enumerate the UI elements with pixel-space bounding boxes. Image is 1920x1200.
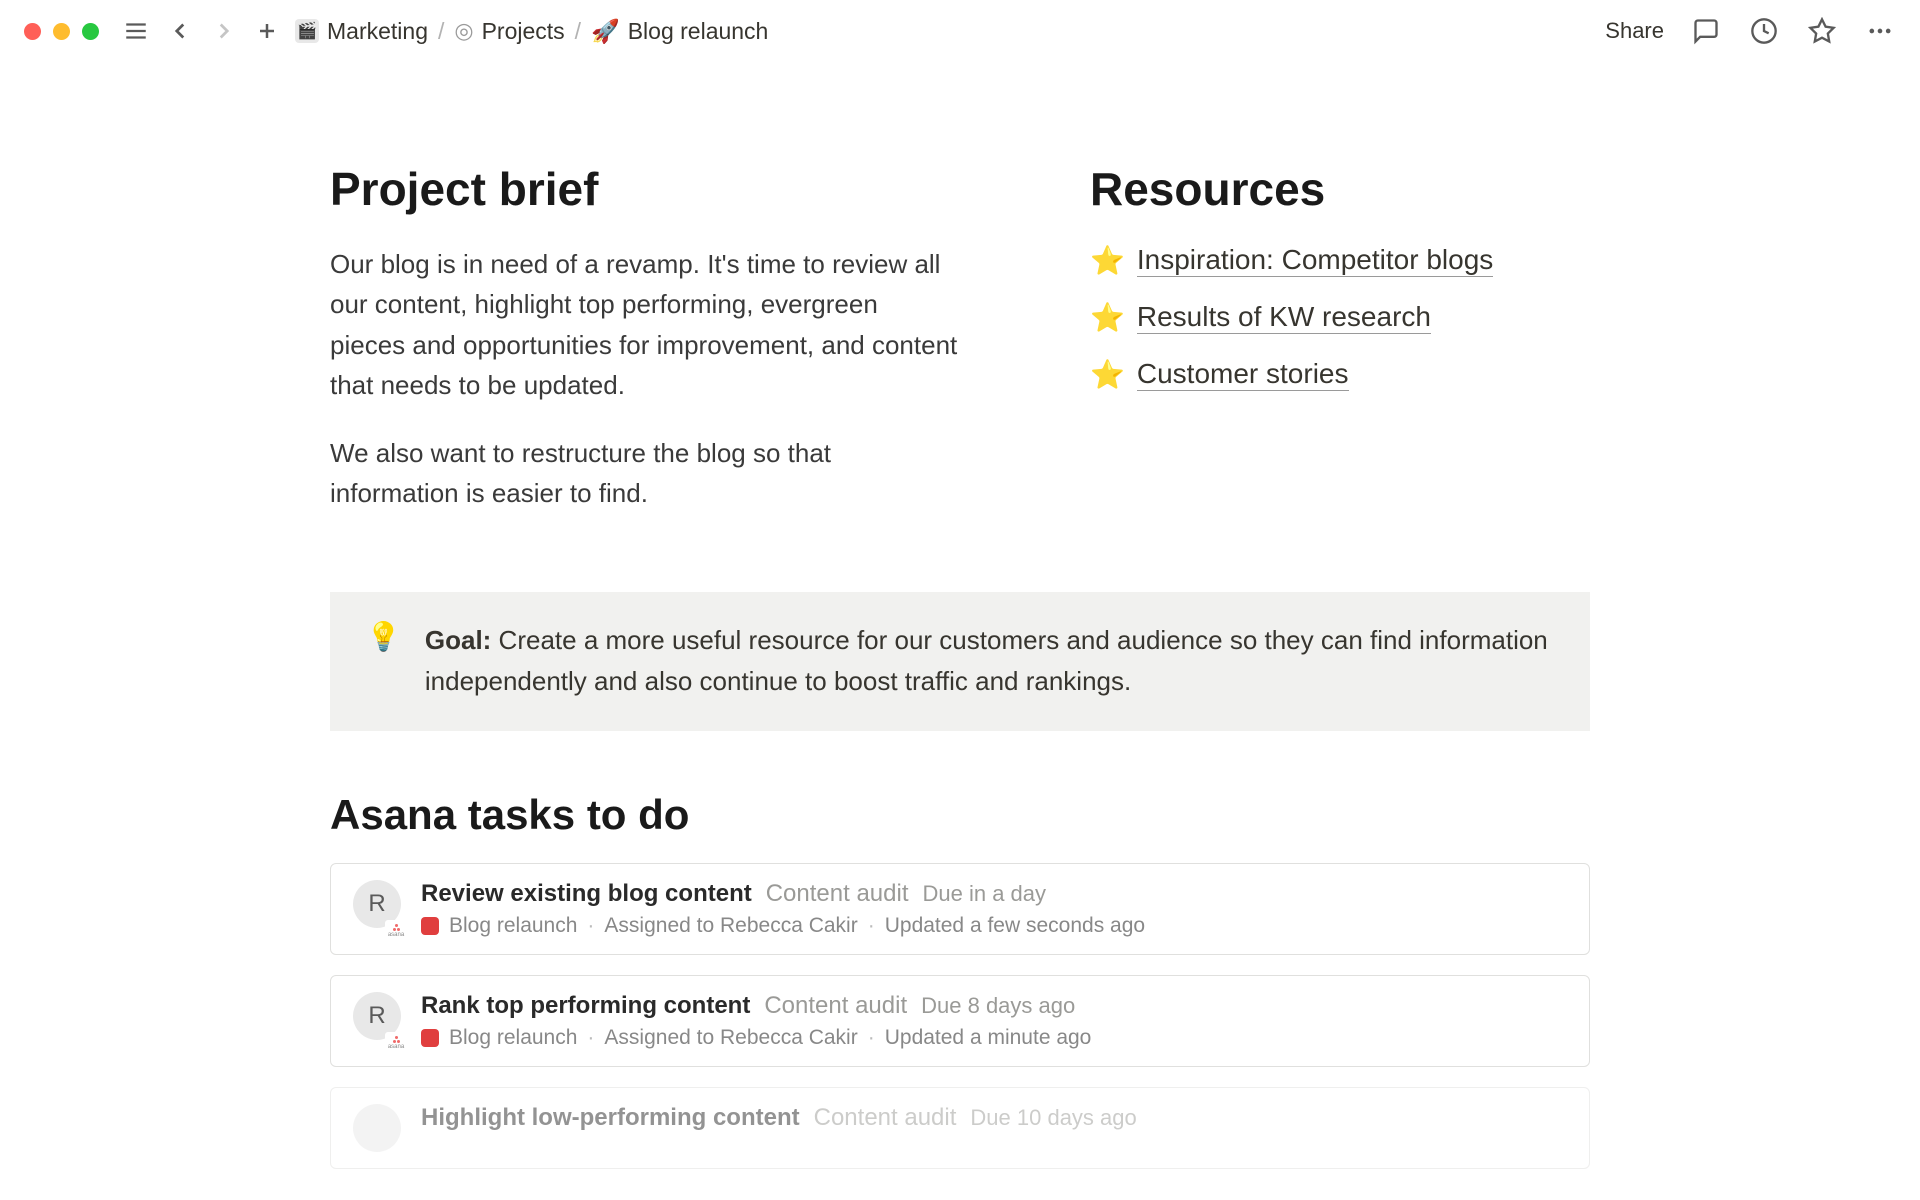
share-button[interactable]: Share	[1605, 18, 1664, 44]
callout-body: Create a more useful resource for our cu…	[425, 625, 1548, 697]
target-icon: ◎	[454, 18, 473, 44]
project-brief-column: Project brief Our blog is in need of a r…	[330, 162, 960, 542]
topbar-left: 🎬 Marketing / ◎ Projects / 🚀 Blog relaun…	[121, 16, 768, 46]
task-meta-line: Blog relaunch · Assigned to Rebecca Caki…	[421, 914, 1567, 938]
more-options-icon[interactable]	[1864, 15, 1896, 47]
star-icon: ⭐	[1090, 244, 1125, 277]
task-header-line: Highlight low-performing content Content…	[421, 1104, 1567, 1132]
star-icon: ⭐	[1090, 301, 1125, 334]
breadcrumb-label: Projects	[482, 18, 565, 45]
callout-text: Goal: Create a more useful resource for …	[425, 620, 1554, 703]
new-page-button[interactable]	[253, 17, 281, 45]
asana-badge-icon: asana	[385, 920, 407, 942]
breadcrumb-separator: /	[575, 18, 581, 45]
task-project: Blog relaunch	[449, 1026, 577, 1050]
task-title: Rank top performing content	[421, 992, 750, 1020]
task-card[interactable]: R asana Review existing blog content Con…	[330, 863, 1590, 955]
task-category: Content audit	[766, 880, 909, 908]
brief-paragraph[interactable]: Our blog is in need of a revamp. It's ti…	[330, 244, 960, 405]
clapperboard-icon: 🎬	[295, 19, 319, 43]
separator: ·	[868, 914, 875, 938]
project-color-chip	[421, 1029, 439, 1047]
resource-link[interactable]: Customer stories	[1137, 358, 1349, 391]
breadcrumb-marketing[interactable]: 🎬 Marketing	[295, 18, 428, 45]
task-title: Highlight low-performing content	[421, 1104, 800, 1132]
updates-icon[interactable]	[1748, 15, 1780, 47]
topbar: 🎬 Marketing / ◎ Projects / 🚀 Blog relaun…	[0, 0, 1920, 62]
maximize-window-button[interactable]	[82, 23, 99, 40]
resource-link[interactable]: Results of KW research	[1137, 301, 1431, 334]
task-avatar-wrap	[353, 1104, 401, 1152]
lightbulb-icon: 💡	[366, 620, 401, 703]
two-column-layout: Project brief Our blog is in need of a r…	[330, 162, 1590, 542]
avatar	[353, 1104, 401, 1152]
page-content: Project brief Our blog is in need of a r…	[260, 62, 1660, 1169]
project-color-chip	[421, 917, 439, 935]
task-category: Content audit	[764, 992, 907, 1020]
breadcrumb-label: Blog relaunch	[628, 18, 769, 45]
breadcrumb-current[interactable]: 🚀 Blog relaunch	[591, 18, 768, 45]
separator: ·	[587, 1026, 594, 1050]
task-card[interactable]: Highlight low-performing content Content…	[330, 1087, 1590, 1169]
nav-forward-button[interactable]	[209, 16, 239, 46]
task-category: Content audit	[814, 1104, 957, 1132]
favorite-icon[interactable]	[1806, 15, 1838, 47]
task-avatar-wrap: R asana	[353, 880, 401, 938]
goal-callout[interactable]: 💡 Goal: Create a more useful resource fo…	[330, 592, 1590, 731]
minimize-window-button[interactable]	[53, 23, 70, 40]
breadcrumb-separator: /	[438, 18, 444, 45]
resource-item[interactable]: ⭐ Customer stories	[1090, 358, 1590, 391]
resources-heading: Resources	[1090, 162, 1590, 216]
resources-column: Resources ⭐ Inspiration: Competitor blog…	[1090, 162, 1590, 542]
task-card[interactable]: R asana Rank top performing content Cont…	[330, 975, 1590, 1067]
task-due: Due in a day	[923, 881, 1047, 907]
menu-icon[interactable]	[121, 16, 151, 46]
task-meta-line: Blog relaunch · Assigned to Rebecca Caki…	[421, 1026, 1567, 1050]
task-body: Review existing blog content Content aud…	[421, 880, 1567, 938]
task-updated: Updated a few seconds ago	[885, 914, 1145, 938]
comments-icon[interactable]	[1690, 15, 1722, 47]
task-due: Due 10 days ago	[970, 1105, 1136, 1131]
resource-link[interactable]: Inspiration: Competitor blogs	[1137, 244, 1493, 277]
window-controls	[24, 23, 99, 40]
task-updated: Updated a minute ago	[885, 1026, 1092, 1050]
resource-item[interactable]: ⭐ Inspiration: Competitor blogs	[1090, 244, 1590, 277]
task-title: Review existing blog content	[421, 880, 752, 908]
task-project: Blog relaunch	[449, 914, 577, 938]
task-body: Highlight low-performing content Content…	[421, 1104, 1567, 1152]
tasks-heading: Asana tasks to do	[330, 791, 1590, 839]
breadcrumb-projects[interactable]: ◎ Projects	[454, 18, 564, 45]
asana-badge-icon: asana	[385, 1032, 407, 1054]
breadcrumb: 🎬 Marketing / ◎ Projects / 🚀 Blog relaun…	[295, 18, 768, 45]
task-due: Due 8 days ago	[921, 993, 1075, 1019]
separator: ·	[868, 1026, 875, 1050]
task-header-line: Rank top performing content Content audi…	[421, 992, 1567, 1020]
project-brief-heading: Project brief	[330, 162, 960, 216]
star-icon: ⭐	[1090, 358, 1125, 391]
separator: ·	[587, 914, 594, 938]
callout-bold: Goal:	[425, 625, 491, 655]
resource-item[interactable]: ⭐ Results of KW research	[1090, 301, 1590, 334]
brief-paragraph[interactable]: We also want to restructure the blog so …	[330, 433, 960, 514]
close-window-button[interactable]	[24, 23, 41, 40]
topbar-right: Share	[1605, 15, 1896, 47]
breadcrumb-label: Marketing	[327, 18, 428, 45]
task-assigned: Assigned to Rebecca Cakir	[604, 914, 857, 938]
task-header-line: Review existing blog content Content aud…	[421, 880, 1567, 908]
nav-back-button[interactable]	[165, 16, 195, 46]
task-assigned: Assigned to Rebecca Cakir	[604, 1026, 857, 1050]
task-body: Rank top performing content Content audi…	[421, 992, 1567, 1050]
task-avatar-wrap: R asana	[353, 992, 401, 1050]
rocket-icon: 🚀	[591, 18, 620, 45]
